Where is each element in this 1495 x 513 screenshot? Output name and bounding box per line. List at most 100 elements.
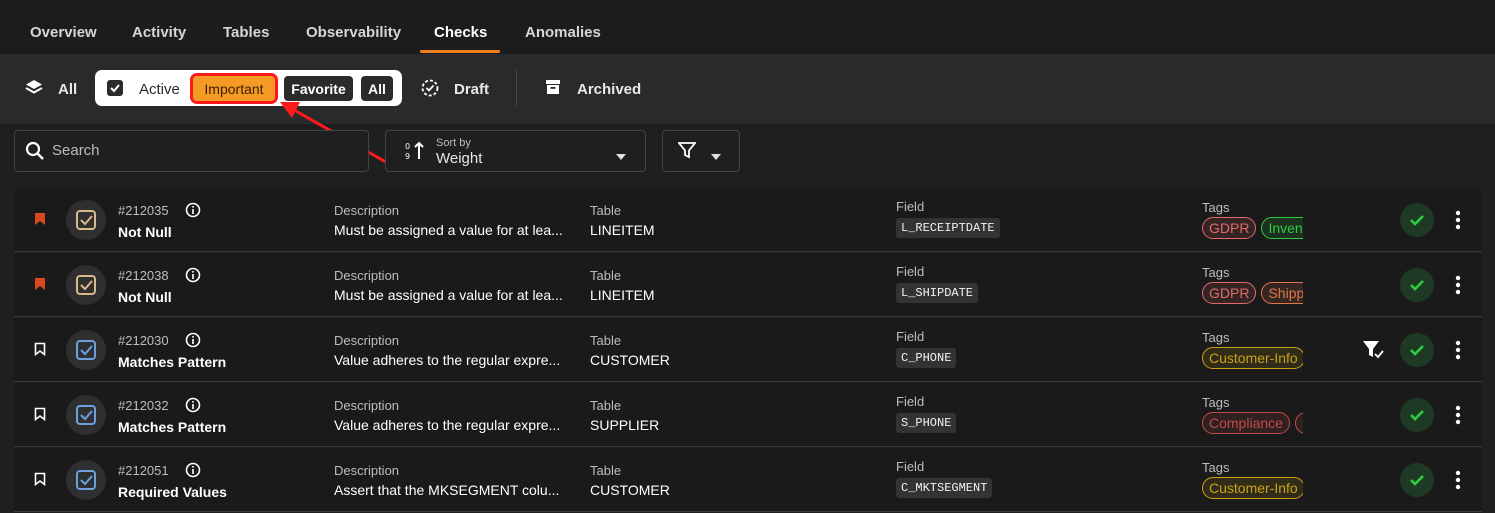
tags-list: Customer-Info [1202, 477, 1303, 499]
field-chip: C_MKTSEGMENT [896, 478, 993, 498]
table-row[interactable]: #212035 Not Null Description Must be assign… [14, 188, 1482, 252]
tag-chip[interactable]: Supplier [1294, 412, 1303, 434]
tags-label: Tags [1202, 460, 1230, 475]
description-value: Must be assigned a value for at lea... [334, 287, 563, 303]
sort-value: Weight [436, 150, 483, 167]
table-label: Table [590, 333, 622, 348]
check-name[interactable]: Not Null [118, 224, 172, 240]
info-icon[interactable] [185, 332, 201, 353]
table-value: CUSTOMER [590, 482, 670, 498]
table-value: CUSTOMER [590, 352, 670, 368]
tags-label: Tags [1202, 265, 1230, 280]
chevron-down-icon [615, 148, 627, 166]
info-icon[interactable] [185, 397, 201, 418]
bookmark-icon[interactable] [34, 407, 46, 426]
description-label: Description [334, 463, 400, 478]
bookmark-icon[interactable] [34, 277, 46, 296]
filter-check-icon[interactable] [1362, 339, 1384, 366]
info-icon[interactable] [185, 267, 201, 288]
checks-table: #212035 Not Null Description Must be assign… [14, 188, 1482, 513]
search-icon [25, 141, 45, 166]
tags-label: Tags [1202, 330, 1230, 345]
field-label: Field [896, 394, 925, 409]
check-id: #212030 [118, 333, 169, 348]
description-value: Must be assigned a value for at lea... [334, 222, 563, 238]
more-options-icon[interactable] [1454, 210, 1462, 235]
tag-chip[interactable]: Customer-Info [1202, 347, 1303, 369]
field-label: Field [896, 199, 925, 214]
description-value: Assert that the MKSEGMENT colu... [334, 482, 560, 498]
chevron-down-icon [710, 148, 722, 166]
check-type-icon [66, 330, 106, 370]
tags-list: Compliance Supplier [1202, 412, 1303, 434]
tag-chip[interactable]: GDPR [1202, 217, 1257, 239]
more-options-icon[interactable] [1454, 470, 1462, 495]
table-row[interactable]: #212051 Required Values Description Assert … [14, 448, 1482, 512]
field-chip: S_PHONE [896, 413, 957, 433]
status-passed-icon [1400, 463, 1434, 497]
table-label: Table [590, 268, 622, 283]
tag-chip[interactable]: Compliance [1202, 412, 1290, 434]
status-passed-icon [1400, 333, 1434, 367]
field-label: Field [896, 459, 925, 474]
status-passed-icon [1400, 203, 1434, 237]
more-options-icon[interactable] [1454, 275, 1462, 300]
check-id: #212035 [118, 203, 169, 218]
table-value: LINEITEM [590, 222, 655, 238]
tags-label: Tags [1202, 200, 1230, 215]
sort-icon: 09 [404, 140, 426, 167]
table-label: Table [590, 463, 622, 478]
tags-list: GDPRShipping [1202, 282, 1303, 304]
more-options-icon[interactable] [1454, 405, 1462, 430]
bookmark-icon[interactable] [34, 342, 46, 361]
bookmark-icon[interactable] [34, 212, 46, 231]
description-label: Description [334, 333, 400, 348]
description-label: Description [334, 268, 400, 283]
check-type-icon [66, 460, 106, 500]
check-type-icon [66, 200, 106, 240]
check-id: #212051 [118, 463, 169, 478]
check-id: #212032 [118, 398, 169, 413]
more-options-icon[interactable] [1454, 340, 1462, 365]
check-name[interactable]: Matches Pattern [118, 354, 226, 370]
table-value: SUPPLIER [590, 417, 660, 433]
table-label: Table [590, 203, 622, 218]
field-label: Field [896, 329, 925, 344]
tags-label: Tags [1202, 395, 1230, 410]
tag-chip[interactable]: Inventory [1261, 217, 1303, 239]
field-chip: L_SHIPDATE [896, 283, 979, 303]
sort-label: Sort by [436, 137, 471, 149]
description-value: Value adheres to the regular expre... [334, 417, 561, 433]
svg-text:0: 0 [405, 142, 410, 151]
table-row[interactable]: #212032 Matches Pattern Description Value a… [14, 383, 1482, 447]
check-id: #212038 [118, 268, 169, 283]
description-label: Description [334, 398, 400, 413]
field-chip: C_PHONE [896, 348, 957, 368]
description-label: Description [334, 203, 400, 218]
table-label: Table [590, 398, 622, 413]
status-passed-icon [1400, 268, 1434, 302]
tag-chip[interactable]: GDPR [1202, 282, 1257, 304]
bookmark-icon[interactable] [34, 472, 46, 491]
search-placeholder: Search [52, 142, 100, 159]
description-value: Value adheres to the regular expre... [334, 352, 561, 368]
check-type-icon [66, 395, 106, 435]
status-passed-icon [1400, 398, 1434, 432]
svg-text:9: 9 [405, 152, 410, 161]
check-name[interactable]: Not Null [118, 289, 172, 305]
info-icon[interactable] [185, 462, 201, 483]
table-row[interactable]: #212038 Not Null Description Must be assign… [14, 253, 1482, 317]
check-type-icon [66, 265, 106, 305]
table-row[interactable]: #212030 Matches Pattern Description Value a… [14, 318, 1482, 382]
tag-chip[interactable]: Customer-Info [1202, 477, 1303, 499]
table-value: LINEITEM [590, 287, 655, 303]
filter-button[interactable] [662, 130, 740, 172]
funnel-icon [677, 141, 697, 164]
tag-chip[interactable]: Shipping [1261, 282, 1303, 304]
check-name[interactable]: Required Values [118, 484, 227, 500]
info-icon[interactable] [185, 202, 201, 223]
tags-list: GDPRInventory [1202, 217, 1303, 239]
field-label: Field [896, 264, 925, 279]
tags-list: Customer-Info [1202, 347, 1303, 369]
check-name[interactable]: Matches Pattern [118, 419, 226, 435]
